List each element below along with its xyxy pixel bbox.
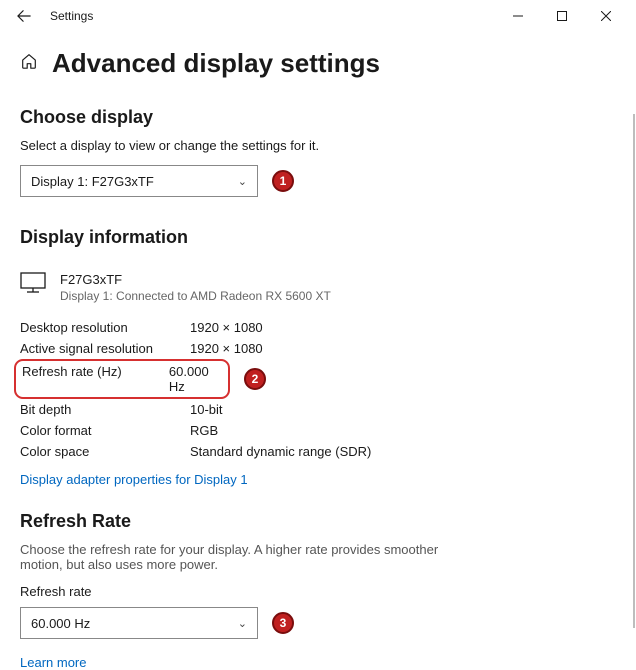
refresh-rate-dropdown[interactable]: 60.000 Hz ⌄ [20,607,258,639]
info-row-color-space: Color space Standard dynamic range (SDR) [20,441,616,462]
page-header: Advanced display settings [20,48,616,79]
titlebar: Settings [0,0,636,32]
close-icon [601,11,611,21]
display-select-value: Display 1: F27G3xTF [31,174,154,189]
back-button[interactable] [8,0,40,32]
maximize-button[interactable] [540,0,584,32]
display-info-header: F27G3xTF Display 1: Connected to AMD Rad… [20,272,616,303]
info-row-bit-depth: Bit depth 10-bit [20,399,616,420]
scrollbar[interactable] [633,114,635,628]
info-row-desktop-resolution: Desktop resolution 1920 × 1080 [20,317,616,338]
refresh-rate-heading: Refresh Rate [20,511,616,532]
refresh-rate-desc: Choose the refresh rate for your display… [20,542,460,572]
display-select-dropdown[interactable]: Display 1: F27G3xTF ⌄ [20,165,258,197]
maximize-icon [557,11,567,21]
page-title: Advanced display settings [52,48,380,79]
refresh-rate-label: Refresh rate [20,584,616,599]
annotation-badge-2: 2 [244,368,266,390]
adapter-properties-link[interactable]: Display adapter properties for Display 1 [20,472,248,487]
display-name: F27G3xTF [60,272,331,287]
display-connection: Display 1: Connected to AMD Radeon RX 56… [60,289,331,303]
chevron-down-icon: ⌄ [238,175,247,188]
home-icon[interactable] [20,52,38,75]
window-title: Settings [50,9,93,23]
info-row-active-signal: Active signal resolution 1920 × 1080 [20,338,616,359]
choose-display-heading: Choose display [20,107,616,128]
annotation-badge-1: 1 [272,170,294,192]
close-button[interactable] [584,0,628,32]
refresh-rate-value: 60.000 Hz [31,616,90,631]
arrow-left-icon [17,9,31,23]
content-area: Advanced display settings Choose display… [0,32,636,648]
minimize-icon [513,11,523,21]
info-row-color-format: Color format RGB [20,420,616,441]
info-row-refresh-rate-highlight: Refresh rate (Hz) 60.000 Hz [14,359,230,399]
display-info-table: Desktop resolution 1920 × 1080 Active si… [20,317,616,462]
choose-display-instruction: Select a display to view or change the s… [20,138,616,153]
chevron-down-icon: ⌄ [238,617,247,630]
minimize-button[interactable] [496,0,540,32]
learn-more-link[interactable]: Learn more [20,655,86,670]
monitor-icon [20,272,46,294]
display-information-heading: Display information [20,227,616,248]
annotation-badge-3: 3 [272,612,294,634]
